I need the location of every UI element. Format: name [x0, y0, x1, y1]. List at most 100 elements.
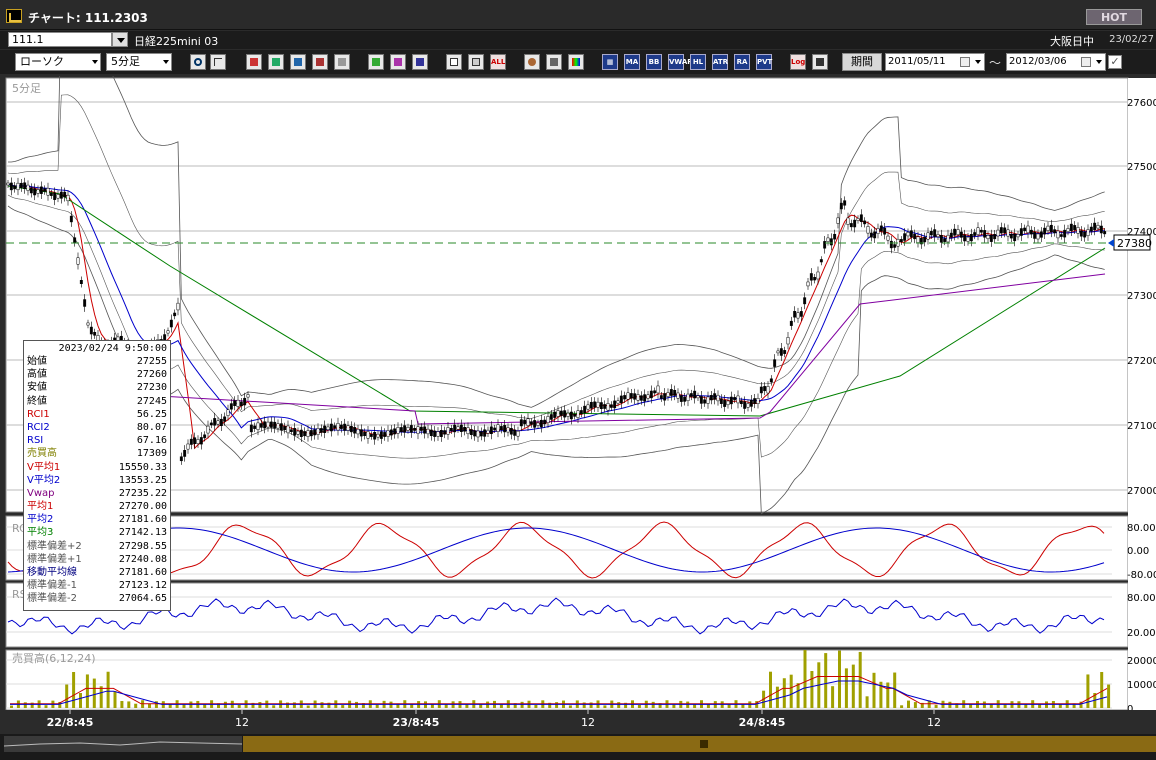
candle-body	[463, 426, 467, 432]
candle-body	[209, 422, 213, 426]
candle-body	[659, 395, 663, 399]
candle-body	[1093, 222, 1097, 231]
candle-body	[59, 191, 63, 199]
chart-tool-1-icon[interactable]	[246, 54, 262, 70]
chart-tool-5-icon[interactable]	[334, 54, 350, 70]
volume-bar	[120, 701, 124, 708]
hl-button[interactable]: HL	[690, 54, 706, 70]
candle-body	[93, 331, 97, 336]
chart-tool-4-icon[interactable]	[312, 54, 328, 70]
chart-area[interactable]: 27380 5分足 RCI RSI 売買高(6,12,24) 27600 2750…	[0, 76, 1156, 760]
interval-select[interactable]: 5分足	[106, 53, 172, 71]
candle-body	[689, 393, 693, 397]
chart-svg[interactable]: 27380 5分足 RCI RSI 売買高(6,12,24) 276002750…	[0, 76, 1156, 760]
wrench-icon[interactable]	[546, 54, 562, 70]
time-scrollbar[interactable]	[0, 734, 1156, 760]
main-panel-label: 5分足	[12, 82, 41, 95]
candle-body	[446, 427, 450, 435]
candle-body	[329, 423, 333, 432]
candle-body	[369, 434, 373, 437]
scrollbar-svg[interactable]	[0, 734, 1156, 760]
price-tick-label: 27400	[1127, 227, 1156, 238]
price-tick-label: 27100	[1127, 421, 1156, 432]
arrow-icon[interactable]	[412, 54, 428, 70]
candle-body	[759, 386, 763, 394]
apply-checkbox[interactable]: ✓	[1108, 55, 1122, 69]
price-tick-label: 27300	[1127, 291, 1156, 302]
candle-icon[interactable]	[446, 54, 462, 70]
draw-line-icon[interactable]	[368, 54, 384, 70]
popup-row-label: RCI2	[27, 421, 50, 433]
popup-row-label: 売買高	[27, 448, 57, 460]
volume-bar	[292, 702, 296, 708]
chevron-down-icon[interactable]	[1096, 60, 1102, 64]
period-button[interactable]: 期間	[842, 53, 882, 71]
chart-tool-3-icon[interactable]	[290, 54, 306, 70]
price-tick-label: 27000	[1127, 486, 1156, 497]
volume-bar	[355, 701, 358, 708]
calendar-icon[interactable]	[960, 57, 970, 67]
candle-body	[1006, 229, 1010, 237]
atr-button[interactable]: ATR	[712, 54, 728, 70]
candle-body	[83, 299, 87, 307]
chevron-down-icon[interactable]	[975, 60, 981, 64]
candle-body	[473, 430, 477, 437]
scrollbar-thumb[interactable]	[243, 736, 1156, 752]
popup-row-label: 安値	[27, 382, 47, 394]
candle-body	[496, 424, 500, 432]
indicator-1-icon[interactable]: ▦	[602, 54, 618, 70]
calendar-icon[interactable]	[1081, 57, 1091, 67]
symbol-dropdown-button[interactable]	[112, 32, 128, 47]
candle-body	[746, 403, 750, 408]
volume-bar	[44, 705, 48, 708]
date-to-input[interactable]: 2012/03/06	[1006, 53, 1106, 71]
candle-body	[809, 273, 813, 281]
crosshair-icon[interactable]	[210, 54, 226, 70]
scrollbar-grip-icon[interactable]	[700, 740, 708, 748]
all-button[interactable]: ALL	[490, 54, 506, 70]
candle-body	[693, 390, 697, 399]
bb-button[interactable]: BB	[646, 54, 662, 70]
symbol-input[interactable]: 111.1	[8, 32, 112, 47]
settings-icon[interactable]	[524, 54, 540, 70]
ra-button[interactable]: RA	[734, 54, 750, 70]
candle-body	[29, 187, 33, 194]
hot-button[interactable]: HOT	[1086, 9, 1142, 25]
candle-body	[366, 431, 370, 439]
date-from-input[interactable]: 2011/05/11	[885, 53, 985, 71]
candle-body	[206, 425, 210, 434]
volume-panel[interactable]	[5, 649, 1129, 711]
candle-body	[629, 393, 633, 399]
color-icon[interactable]	[568, 54, 584, 70]
candle-body	[279, 423, 283, 431]
pvt-button[interactable]: PVT	[756, 54, 772, 70]
candle-body	[579, 410, 583, 414]
candle-body	[503, 425, 507, 433]
candle-body	[263, 421, 267, 429]
candle-body	[373, 431, 377, 440]
interval-value: 5分足	[111, 55, 140, 68]
cursor-icon[interactable]	[390, 54, 406, 70]
candle-body	[583, 405, 587, 414]
candle-body	[53, 192, 57, 200]
candle-body	[956, 229, 960, 235]
vwap-button[interactable]: VWAP	[668, 54, 692, 70]
ma-button[interactable]: MA	[624, 54, 640, 70]
volume-bar	[568, 705, 572, 708]
volume-bar	[113, 691, 117, 708]
popup-row-value: 67.16	[136, 435, 167, 447]
candle-body	[529, 421, 533, 425]
export-icon[interactable]	[812, 54, 828, 70]
chart-type-select[interactable]: ローソク	[15, 53, 101, 71]
log-button[interactable]: Log	[790, 54, 806, 70]
rsi-panel[interactable]	[5, 582, 1129, 648]
popup-row: 終値 27245	[27, 395, 167, 408]
current-price-label: 27380	[1117, 237, 1152, 250]
zoom-icon[interactable]	[190, 54, 206, 70]
popup-row: RSI 67.16	[27, 434, 167, 447]
candle-body	[786, 337, 790, 345]
chart-tool-2-icon[interactable]	[268, 54, 284, 70]
candle-body	[486, 429, 490, 434]
candle-body	[249, 424, 253, 433]
candle-2-icon[interactable]	[468, 54, 484, 70]
